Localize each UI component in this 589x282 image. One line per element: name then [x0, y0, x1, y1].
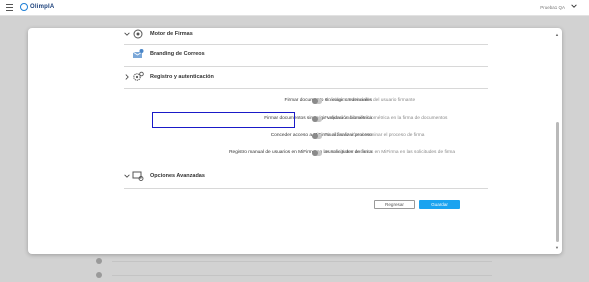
selection-highlight	[152, 112, 295, 128]
back-button[interactable]: Regresar	[374, 200, 415, 209]
setting-toggle[interactable]	[312, 98, 322, 104]
signature-engine-icon	[133, 29, 143, 39]
setting-toggle[interactable]	[312, 133, 322, 139]
chevron-right-icon[interactable]	[124, 74, 130, 80]
settings-modal: Motor de Firmas Branding de Correos Regi…	[28, 28, 562, 254]
setting-row: Firmar documento sin exigir credenciales…	[124, 98, 544, 108]
toggle-knob	[312, 116, 318, 122]
scroll-up-icon[interactable]: ▲	[555, 32, 559, 37]
chevron-down-icon[interactable]	[124, 173, 130, 179]
section-title: Motor de Firmas	[150, 31, 193, 37]
brand-mark-icon	[20, 3, 28, 11]
section-title: Opciones Avanzadas	[150, 173, 205, 179]
brand-logo[interactable]: OlimpIA	[20, 3, 54, 11]
gears-icon	[133, 71, 144, 81]
section-divider	[124, 88, 488, 89]
toggle-knob	[312, 150, 318, 156]
top-bar: OlimpIA Prueba1 QA	[0, 0, 589, 16]
save-button[interactable]: Guardar	[419, 200, 460, 209]
section-title: Registro y autenticación	[150, 74, 214, 80]
setting-description: Auto registrar usuarios en MiFirma en la…	[325, 150, 456, 155]
toggle-knob	[312, 133, 318, 139]
section-divider	[124, 188, 488, 189]
toggle-knob	[312, 98, 318, 104]
scroll-down-icon[interactable]: ▼	[555, 245, 559, 250]
setting-row: Registro manual de usuarios en MiFirma e…	[124, 150, 544, 160]
setting-row: Conceder acceso a MiFirma al finalizar p…	[124, 133, 544, 143]
setting-description: Finalizar sesión al terminar el proceso …	[325, 133, 425, 138]
section-branding-de-correos[interactable]: Branding de Correos	[124, 48, 205, 60]
background-row	[92, 258, 492, 264]
setting-description: Requerir validación biométrica en la fir…	[325, 116, 448, 121]
section-divider	[124, 44, 488, 45]
advanced-options-icon	[132, 171, 144, 181]
chevron-down-icon[interactable]	[571, 3, 577, 9]
setting-description: Solicitar autenticación del usuario firm…	[325, 98, 416, 103]
section-registro-y-autenticacion[interactable]: Registro y autenticación	[124, 71, 214, 83]
chevron-down-icon[interactable]	[124, 31, 130, 37]
modal-scrollbar[interactable]: ▲ ▼	[555, 32, 559, 250]
background-row	[92, 272, 492, 278]
setting-toggle[interactable]	[312, 116, 322, 122]
email-branding-icon	[132, 49, 144, 58]
section-title: Branding de Correos	[150, 51, 205, 57]
section-opciones-avanzadas[interactable]: Opciones Avanzadas	[124, 170, 205, 182]
user-name[interactable]: Prueba1 QA	[540, 5, 565, 10]
brand-name: OlimpIA	[30, 4, 55, 10]
scrollbar-thumb[interactable]	[556, 122, 559, 242]
setting-toggle[interactable]	[312, 150, 322, 156]
section-motor-de-firmas[interactable]: Motor de Firmas	[124, 28, 193, 40]
section-divider	[124, 66, 488, 67]
hamburger-icon[interactable]	[6, 4, 13, 11]
